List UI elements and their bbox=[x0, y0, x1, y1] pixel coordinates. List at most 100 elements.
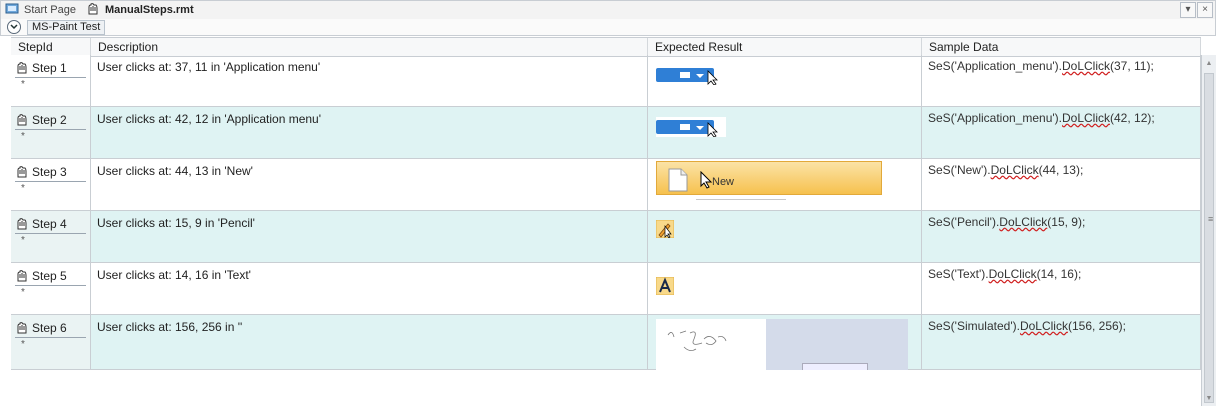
new-row-marker: * bbox=[21, 235, 25, 246]
table-row[interactable]: Step 6 * User clicks at: 156, 256 in '' … bbox=[11, 315, 1201, 370]
table-row[interactable]: Step 5 * User clicks at: 14, 16 in 'Text… bbox=[11, 263, 1201, 315]
scroll-down-icon[interactable]: ▼ bbox=[1202, 390, 1216, 406]
sample-args: (44, 13); bbox=[1038, 163, 1084, 177]
sample-method: DoLClick bbox=[988, 267, 1037, 281]
tab-manual-steps[interactable]: ManualSteps.rmt bbox=[82, 1, 200, 19]
column-header-description[interactable]: Description bbox=[91, 38, 648, 56]
sample-object: SeS('Simulated'). bbox=[928, 319, 1020, 333]
expected-result-cell[interactable] bbox=[648, 315, 922, 370]
tab-controls: ▾ × bbox=[1180, 2, 1213, 18]
step-label: Step 1 bbox=[32, 61, 67, 75]
sample-object: SeS('Text'). bbox=[928, 267, 989, 281]
table-row[interactable]: Step 2 * User clicks at: 42, 12 in 'Appl… bbox=[11, 107, 1201, 159]
sample-method: DoLClick bbox=[1062, 59, 1111, 73]
sample-args: (15, 9); bbox=[1047, 215, 1086, 229]
table-row[interactable]: Step 1 * User clicks at: 37, 11 in 'Appl… bbox=[11, 55, 1201, 107]
manual-steps-icon bbox=[86, 2, 100, 19]
tab-label: Start Page bbox=[24, 4, 76, 16]
step-button[interactable]: Step 4 bbox=[15, 215, 86, 234]
column-header-sample-data[interactable]: Sample Data bbox=[922, 38, 1201, 56]
table-row[interactable]: Step 3 * User clicks at: 44, 13 in 'New'… bbox=[11, 159, 1201, 211]
pencil-tool-thumbnail bbox=[655, 219, 675, 241]
sample-object: SeS('New'). bbox=[928, 163, 991, 177]
manual-step-icon bbox=[15, 61, 29, 75]
step-label: Step 5 bbox=[32, 269, 67, 283]
sample-args: (14, 16); bbox=[1036, 267, 1082, 281]
start-page-icon bbox=[5, 3, 19, 18]
new-row-marker: * bbox=[21, 183, 25, 194]
expected-result-cell[interactable] bbox=[648, 211, 922, 262]
step-id-cell: Step 4 * bbox=[11, 211, 91, 262]
new-row-marker: * bbox=[21, 287, 25, 298]
step-id-cell: Step 2 * bbox=[11, 107, 91, 158]
close-tab-button[interactable]: × bbox=[1197, 2, 1213, 18]
scrollbar-thumb[interactable]: ≡ bbox=[1204, 73, 1214, 403]
step-id-cell: Step 3 * bbox=[11, 159, 91, 210]
sample-data-cell[interactable]: SeS('New').DoLClick(44, 13); bbox=[922, 159, 1201, 210]
sample-data-cell[interactable]: SeS('Simulated').DoLClick(156, 256); bbox=[922, 315, 1201, 369]
step-label: Step 2 bbox=[32, 113, 67, 127]
step-label: Step 3 bbox=[32, 165, 67, 179]
grip-icon: ≡ bbox=[1208, 214, 1214, 224]
expected-result-cell[interactable] bbox=[648, 263, 922, 314]
grid-header-row: StepId Description Expected Result Sampl… bbox=[11, 37, 1201, 57]
sample-method: DoLClick bbox=[1062, 111, 1111, 125]
tab-start-page[interactable]: Start Page bbox=[1, 1, 82, 19]
step-label: Step 6 bbox=[32, 321, 67, 335]
sample-data-cell[interactable]: SeS('Application_menu').DoLClick(42, 12)… bbox=[922, 107, 1201, 158]
sample-args: (156, 256); bbox=[1067, 319, 1127, 333]
sample-data-cell[interactable]: SeS('Application_menu').DoLClick(37, 11)… bbox=[922, 55, 1201, 106]
step-button[interactable]: Step 3 bbox=[15, 163, 86, 182]
step-label: Step 4 bbox=[32, 217, 67, 231]
manual-step-icon bbox=[15, 165, 29, 179]
tab-dropdown-button[interactable]: ▾ bbox=[1180, 2, 1196, 18]
description-cell[interactable]: User clicks at: 44, 13 in 'New' bbox=[91, 159, 648, 210]
description-cell[interactable]: User clicks at: 156, 256 in '' bbox=[91, 315, 648, 369]
description-cell[interactable]: User clicks at: 42, 12 in 'Application m… bbox=[91, 107, 648, 158]
description-cell[interactable]: User clicks at: 14, 16 in 'Text' bbox=[91, 263, 648, 314]
step-id-cell: Step 1 * bbox=[11, 55, 91, 106]
sample-data-cell[interactable]: SeS('Text').DoLClick(14, 16); bbox=[922, 263, 1201, 314]
column-header-stepid[interactable]: StepId bbox=[11, 38, 91, 56]
canvas-thumbnail bbox=[656, 319, 908, 370]
expected-result-cell[interactable]: New bbox=[648, 159, 922, 210]
manual-step-icon bbox=[15, 217, 29, 231]
description-cell[interactable]: User clicks at: 37, 11 in 'Application m… bbox=[91, 55, 648, 106]
step-button[interactable]: Step 2 bbox=[15, 111, 86, 130]
text-tool-thumbnail bbox=[655, 276, 675, 298]
application-menu-thumbnail bbox=[656, 65, 726, 88]
expected-result-cell[interactable] bbox=[648, 55, 922, 106]
step-id-cell: Step 6 * bbox=[11, 315, 91, 369]
sample-object: SeS('Application_menu'). bbox=[928, 111, 1062, 125]
sample-method: DoLClick bbox=[1019, 319, 1068, 333]
sample-method: DoLClick bbox=[999, 215, 1048, 229]
manual-step-icon bbox=[15, 321, 29, 335]
description-cell[interactable]: User clicks at: 15, 9 in 'Pencil' bbox=[91, 211, 648, 262]
sample-object: SeS('Pencil'). bbox=[928, 215, 1000, 229]
application-menu-thumbnail bbox=[656, 117, 726, 140]
sample-args: (37, 11); bbox=[1110, 59, 1154, 73]
sample-object: SeS('Application_menu'). bbox=[928, 59, 1062, 73]
new-row-marker: * bbox=[21, 339, 25, 350]
collapse-expander-icon[interactable] bbox=[7, 20, 21, 34]
step-button[interactable]: Step 1 bbox=[15, 59, 86, 78]
new-menu-item-thumbnail: New bbox=[656, 161, 882, 209]
sample-data-cell[interactable]: SeS('Pencil').DoLClick(15, 9); bbox=[922, 211, 1201, 262]
manual-step-icon bbox=[15, 269, 29, 283]
new-row-marker: * bbox=[21, 131, 25, 142]
sample-method: DoLClick bbox=[990, 163, 1039, 177]
vertical-scrollbar[interactable]: ▲ ≡ ▼ bbox=[1201, 55, 1216, 406]
step-button[interactable]: Step 6 bbox=[15, 319, 86, 338]
group-header: MS-Paint Test bbox=[0, 19, 1216, 36]
expected-result-cell[interactable] bbox=[648, 107, 922, 158]
column-header-expected-result[interactable]: Expected Result bbox=[648, 38, 922, 56]
steps-grid: Step 1 * User clicks at: 37, 11 in 'Appl… bbox=[11, 55, 1201, 370]
thumb-caption: New bbox=[712, 176, 735, 188]
manual-step-icon bbox=[15, 113, 29, 127]
table-row[interactable]: Step 4 * User clicks at: 15, 9 in 'Penci… bbox=[11, 211, 1201, 263]
step-button[interactable]: Step 5 bbox=[15, 267, 86, 286]
scroll-up-icon[interactable]: ▲ bbox=[1202, 55, 1216, 71]
group-caption: MS-Paint Test bbox=[27, 19, 106, 35]
document-tab-bar: Start Page ManualSteps.rmt ▾ × bbox=[0, 0, 1216, 20]
tab-label: ManualSteps.rmt bbox=[104, 4, 194, 16]
